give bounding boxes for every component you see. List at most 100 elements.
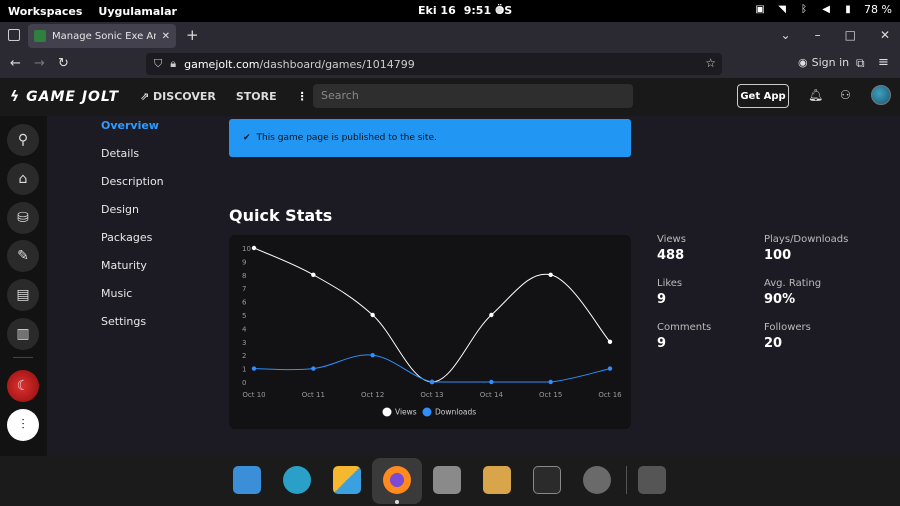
rail-chat-icon[interactable]: ▤: [7, 279, 39, 311]
search-app-icon[interactable]: [283, 466, 311, 494]
settings-gear-icon[interactable]: [583, 466, 611, 494]
terminal-icon[interactable]: [533, 466, 561, 494]
close-window-icon[interactable]: ✕: [880, 28, 890, 42]
launcher-rocket-icon[interactable]: [483, 466, 511, 494]
sidebar-item-design[interactable]: Design: [101, 203, 139, 216]
data-point-downloads: [370, 353, 375, 358]
data-point-views: [370, 312, 375, 318]
rail-library-icon[interactable]: ▥: [7, 318, 39, 350]
forward-icon[interactable]: →: [34, 56, 45, 71]
url-bar[interactable]: ⛉ 🔒︎ gamejolt.com/dashboard/games/101479…: [146, 53, 722, 75]
friends-icon[interactable]: ⚇: [840, 88, 851, 102]
maximize-icon[interactable]: □: [845, 28, 856, 42]
nav-store[interactable]: STORE: [236, 90, 277, 103]
sign-in-button[interactable]: ◉ Sign in: [798, 56, 849, 69]
y-tick-label: 2: [242, 352, 246, 360]
gamejolt-logo[interactable]: ϟ GAME JOLT: [10, 89, 119, 105]
dashboard-page: ⚲ ⌂ ⛁ ✎ ▤ ▥ ☾ ⫶ Overview Details Descrip…: [0, 116, 900, 456]
tab-list-icon[interactable]: [8, 29, 20, 41]
reload-icon[interactable]: ↻: [58, 56, 69, 71]
files-manager-icon[interactable]: [233, 466, 261, 494]
chevron-down-icon[interactable]: ⌄: [781, 28, 791, 42]
rail-community-flag-icon[interactable]: ☾: [7, 370, 39, 402]
wifi-icon[interactable]: ◥: [776, 4, 788, 16]
rail-feed-icon[interactable]: ✎: [7, 240, 39, 272]
firefox-icon[interactable]: [383, 466, 411, 494]
close-tab-icon[interactable]: ✕: [162, 31, 170, 42]
bookmark-star-icon[interactable]: ☆: [705, 56, 716, 70]
lock-icon[interactable]: 🔒︎: [170, 57, 176, 71]
volume-icon[interactable]: ◀: [820, 4, 832, 16]
notification-dot: [496, 7, 502, 13]
y-tick-label: 5: [242, 312, 246, 320]
gamejolt-favicon-icon: [34, 30, 46, 42]
extensions-icon[interactable]: ⧉: [856, 56, 865, 71]
sidebar-item-packages[interactable]: Packages: [101, 231, 152, 244]
shield-icon[interactable]: ⛉: [154, 57, 162, 71]
stat-followers: Followers 20: [764, 322, 884, 351]
x-tick-label: Oct 15: [539, 391, 562, 399]
folder-icon[interactable]: [433, 466, 461, 494]
tab-title: Manage Sonic Exe And The: [52, 30, 156, 42]
app-grid-icon[interactable]: [333, 466, 361, 494]
browser-tab[interactable]: Manage Sonic Exe And The ✕: [28, 24, 176, 48]
stat-value: 9: [657, 336, 667, 351]
series-line-downloads: [253, 354, 611, 383]
bell-icon[interactable]: 🔔︎: [808, 88, 823, 102]
data-point-views: [548, 272, 553, 277]
y-tick-label: 3: [242, 339, 246, 347]
sidebar-item-details[interactable]: Details: [101, 147, 139, 160]
published-notice: ✔ This game page is published to the sit…: [229, 119, 631, 157]
data-point-downloads: [311, 366, 316, 371]
new-tab-icon[interactable]: +: [186, 26, 199, 44]
y-tick-label: 4: [242, 325, 247, 333]
series-line-views: [253, 247, 611, 383]
sidebar-item-music[interactable]: Music: [101, 287, 132, 300]
rail-bag-icon[interactable]: ⛁: [7, 202, 39, 234]
data-point-views: [311, 272, 316, 277]
stat-value: 20: [764, 336, 783, 351]
y-tick-label: 9: [242, 258, 246, 266]
sidebar-item-description[interactable]: Description: [101, 175, 164, 188]
apps-button[interactable]: Uygulamalar: [98, 5, 177, 18]
get-app-button[interactable]: Get App: [737, 84, 789, 108]
running-indicator: [395, 500, 399, 504]
rail-divider: [13, 357, 33, 358]
url-host: gamejolt.com: [184, 57, 260, 71]
x-tick-label: Oct 16: [598, 391, 622, 399]
more-menu-icon[interactable]: ⋮: [297, 90, 308, 103]
usb-drive-icon[interactable]: [638, 466, 666, 494]
search-input[interactable]: Search: [313, 84, 633, 108]
data-point-downloads: [251, 366, 257, 371]
stat-views: Views 488: [657, 234, 777, 263]
rail-home-icon[interactable]: ⚲: [7, 124, 39, 156]
y-tick-label: 1: [242, 366, 246, 374]
screen-icon[interactable]: ▣: [754, 4, 766, 16]
minimize-icon[interactable]: –: [815, 28, 821, 42]
back-icon[interactable]: ←: [10, 56, 21, 71]
y-tick-label: 6: [242, 299, 247, 307]
stat-value: 488: [657, 248, 685, 263]
nav-discover-label: DISCOVER: [153, 90, 216, 103]
sidebar-item-overview[interactable]: Overview: [101, 119, 159, 132]
notice-text: This game page is published to the site.: [256, 133, 437, 143]
data-point-downloads: [548, 379, 553, 385]
data-point-views: [489, 312, 494, 318]
battery-percent: 78 %: [864, 3, 892, 16]
time-label: 9:51 ÖS: [463, 4, 513, 17]
sidebar-item-maturity[interactable]: Maturity: [101, 259, 147, 272]
data-point-views: [251, 245, 257, 251]
nav-discover[interactable]: ⇗ DISCOVER: [140, 90, 216, 103]
hamburger-menu-icon[interactable]: ≡: [878, 55, 889, 70]
sidebar-item-settings[interactable]: Settings: [101, 315, 146, 328]
x-tick-label: Oct 10: [242, 391, 265, 399]
bluetooth-icon[interactable]: ᛒ: [798, 4, 810, 16]
rail-dashboard-icon[interactable]: ⫶: [7, 409, 39, 441]
workspaces-button[interactable]: Workspaces: [8, 5, 82, 18]
battery-icon[interactable]: ▮: [842, 4, 854, 16]
tab-bar: Manage Sonic Exe And The ✕ + ⌄ – □ ✕: [0, 22, 900, 50]
rail-store-icon[interactable]: ⌂: [7, 163, 39, 195]
stat-value: 100: [764, 248, 792, 263]
logo-text: GAME JOLT: [26, 89, 120, 105]
avatar[interactable]: [871, 85, 891, 105]
